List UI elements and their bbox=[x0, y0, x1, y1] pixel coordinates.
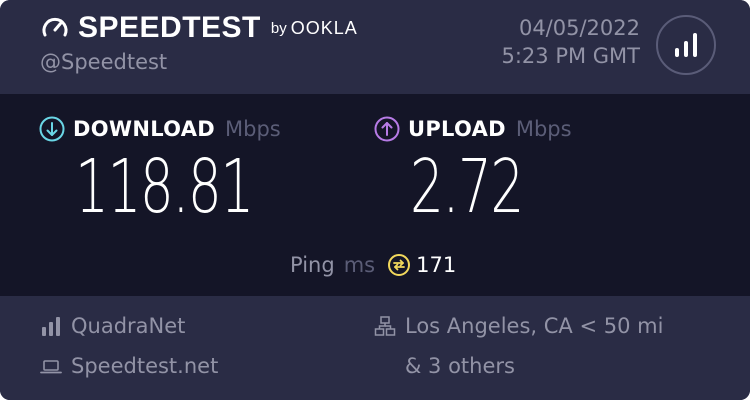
download-value: 118.81 bbox=[75, 144, 254, 230]
speedtest-logo[interactable]: SPEEDTEST by OOKLA bbox=[40, 11, 358, 44]
footer bbox=[0, 296, 750, 400]
header: SPEEDTEST by OOKLA @Speedtest 04/05/2022… bbox=[0, 0, 750, 94]
upload-title: UPLOAD bbox=[408, 117, 506, 141]
twitter-handle[interactable]: @Speedtest bbox=[40, 50, 167, 74]
download-label: DOWNLOAD Mbps bbox=[39, 114, 281, 144]
brand-by: by bbox=[270, 19, 287, 37]
arrow-down-circle-icon bbox=[39, 116, 65, 142]
server-row[interactable]: Los Angeles, CA < 50 mi bbox=[374, 314, 663, 338]
arrow-up-circle-icon bbox=[374, 116, 400, 142]
test-time: 5:23 PM GMT bbox=[501, 44, 640, 68]
brand-name: SPEEDTEST bbox=[78, 11, 261, 44]
server-others[interactable]: & 3 others bbox=[405, 354, 515, 378]
ping-label: Ping bbox=[290, 253, 335, 277]
isp-row[interactable]: QuadraNet bbox=[40, 314, 185, 338]
speedtest-result-card: SPEEDTEST by OOKLA @Speedtest 04/05/2022… bbox=[0, 0, 750, 400]
ping-row: Ping ms 171 bbox=[290, 252, 456, 278]
server-icon bbox=[374, 316, 396, 336]
upload-unit: Mbps bbox=[515, 117, 572, 141]
server-location: Los Angeles, CA < 50 mi bbox=[405, 314, 664, 338]
test-date: 04/05/2022 bbox=[518, 16, 640, 40]
download-unit: Mbps bbox=[225, 117, 281, 141]
gauge-icon bbox=[42, 17, 68, 37]
download-title: DOWNLOAD bbox=[73, 117, 216, 141]
ookla-logo: OOKLA bbox=[290, 17, 358, 38]
ping-icon bbox=[388, 254, 411, 276]
isp-name: QuadraNet bbox=[71, 314, 186, 338]
bar-chart-icon bbox=[675, 33, 697, 57]
ping-value: 171 bbox=[416, 253, 457, 277]
ping-unit: ms bbox=[343, 253, 376, 277]
signal-icon bbox=[42, 317, 60, 336]
laptop-icon bbox=[40, 360, 62, 374]
upload-label: UPLOAD Mbps bbox=[374, 114, 572, 144]
site-row[interactable]: Speedtest.net bbox=[40, 354, 218, 378]
results-button[interactable] bbox=[656, 15, 716, 75]
upload-value: 2.72 bbox=[410, 144, 524, 230]
site-name: Speedtest.net bbox=[71, 354, 219, 378]
